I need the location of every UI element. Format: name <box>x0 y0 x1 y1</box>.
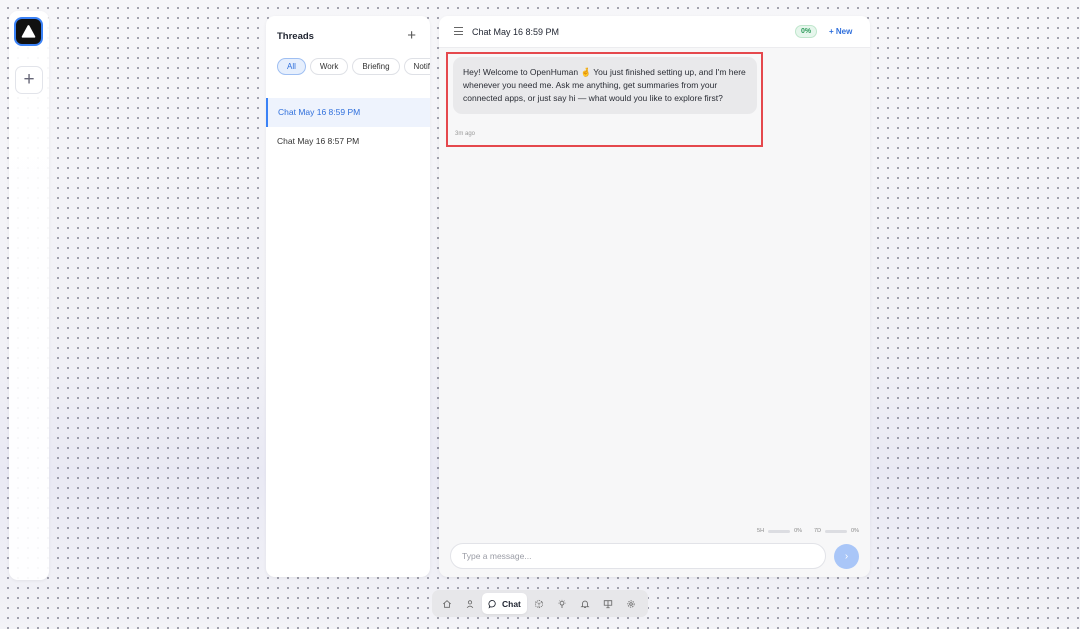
chat-header: Chat May 16 8:59 PM 0% + New <box>439 16 870 48</box>
thread-list: Chat May 16 8:59 PM Chat May 16 8:57 PM <box>266 98 430 156</box>
message-input[interactable] <box>451 544 825 568</box>
filter-chip-all[interactable]: All <box>277 58 306 75</box>
presentation-icon <box>604 599 613 608</box>
chat-panel: Chat May 16 8:59 PM 0% + New Hey! Welcom… <box>439 16 870 577</box>
new-chat-button[interactable]: + New <box>829 16 852 48</box>
threads-title: Threads <box>277 31 314 42</box>
filter-chip-work[interactable]: Work <box>309 58 349 75</box>
nav-settings[interactable] <box>621 593 642 614</box>
thread-filters: All Work Briefing Notif <box>277 58 430 76</box>
threads-header: Threads + <box>277 28 418 46</box>
nav-integrations[interactable] <box>529 593 550 614</box>
menu-icon[interactable] <box>454 27 463 35</box>
usage-short-bar <box>768 529 791 533</box>
send-button[interactable]: › <box>834 544 859 569</box>
usage-long-bar <box>825 529 848 533</box>
usage-badge: 0% <box>795 25 818 38</box>
workspace-rail: + <box>9 11 49 580</box>
thread-item[interactable]: Chat May 16 8:57 PM <box>266 127 430 156</box>
bottom-nav: Chat <box>432 590 648 617</box>
app-logo-icon[interactable] <box>14 17 43 46</box>
new-thread-button[interactable]: + <box>407 28 416 44</box>
nav-profile[interactable] <box>459 593 480 614</box>
usage-short-label: 5H <box>757 528 765 534</box>
thread-item[interactable]: Chat May 16 8:59 PM <box>266 98 430 127</box>
nav-home[interactable] <box>436 593 457 614</box>
nav-chat[interactable]: Chat <box>482 593 527 614</box>
chat-icon <box>488 599 496 609</box>
chat-title: Chat May 16 8:59 PM <box>472 27 560 37</box>
nav-chat-label: Chat <box>502 598 521 609</box>
usage-long-value: 0% <box>851 528 859 534</box>
nav-board[interactable] <box>598 593 619 614</box>
gear-icon <box>627 599 635 608</box>
message-input-wrapper <box>450 543 826 569</box>
threads-panel: Threads + All Work Briefing Notif Chat M… <box>266 16 430 577</box>
bulb-icon <box>558 599 566 608</box>
usage-short-value: 0% <box>794 528 803 534</box>
usage-meter: 5H 0% 7D 0% <box>757 528 859 534</box>
bell-icon <box>580 600 590 608</box>
add-workspace-button[interactable]: + <box>15 66 43 94</box>
person-icon <box>466 599 473 608</box>
nav-notifications[interactable] <box>575 593 596 614</box>
usage-long-label: 7D <box>814 528 822 534</box>
home-icon <box>442 599 451 608</box>
cube-icon <box>535 599 544 608</box>
filter-chip-briefing[interactable]: Briefing <box>352 58 400 75</box>
highlight-box <box>446 52 763 147</box>
filter-chip-notifications[interactable]: Notif <box>403 58 430 75</box>
nav-ideas[interactable] <box>552 593 573 614</box>
